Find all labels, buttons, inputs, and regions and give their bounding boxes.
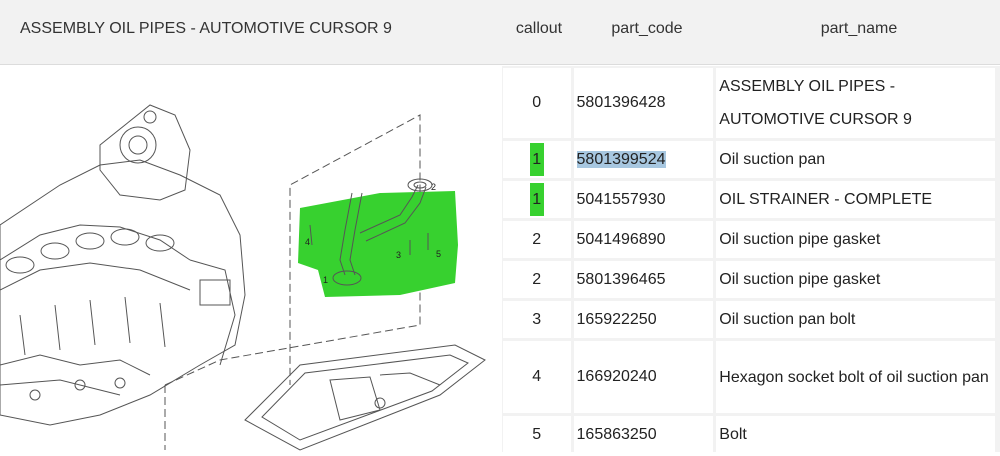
part-code-cell[interactable]: 165863250 (573, 416, 714, 453)
column-header-part-code[interactable]: part_code (578, 20, 716, 38)
header-bar: ASSEMBLY OIL PIPES - AUTOMOTIVE CURSOR 9… (0, 0, 1000, 65)
callout-cell[interactable]: 1 (503, 141, 571, 178)
part-name-value: Bolt (719, 426, 747, 443)
callout-cell[interactable]: 0 (503, 68, 571, 138)
part-name-value: Oil suction pan bolt (719, 311, 856, 328)
part-name-cell[interactable]: Oil suction pan bolt (716, 301, 995, 338)
callout-value: 5 (532, 425, 542, 443)
diagram-callout-5[interactable]: 5 (436, 249, 441, 259)
callout-cell[interactable]: 2 (503, 261, 571, 298)
diagram-callout-2[interactable]: 2 (431, 182, 436, 192)
table-row[interactable]: 1 5801399524 Oil suction pan (503, 141, 995, 178)
part-code-value[interactable]: 5801396465 (577, 271, 666, 288)
part-code-cell[interactable]: 5041557930 (573, 181, 714, 218)
page-title: ASSEMBLY OIL PIPES - AUTOMOTIVE CURSOR 9 (20, 20, 392, 37)
part-name-value: OIL STRAINER - COMPLETE (719, 191, 933, 208)
part-code-cell[interactable]: 166920240 (573, 341, 714, 413)
callout-value: 1 (532, 150, 542, 168)
exploded-parts-diagram[interactable]: 1 2 3 4 5 (0, 65, 500, 452)
table-row[interactable]: 0 5801396428 ASSEMBLY OIL PIPES - AUTOMOTI… (503, 68, 995, 138)
part-name-cell[interactable]: Oil suction pipe gasket (716, 261, 995, 298)
part-code-cell[interactable]: 5041496890 (573, 221, 714, 258)
part-name-cell[interactable]: Bolt (716, 416, 995, 453)
highlighted-assembly-region (298, 191, 458, 297)
callout-value: 3 (532, 310, 542, 328)
part-name-cell[interactable]: OIL STRAINER - COMPLETE (716, 181, 995, 218)
table-row[interactable]: 4 166920240 Hexagon socket bolt of oil suc… (503, 341, 995, 413)
callout-value: 4 (532, 368, 542, 385)
callout-cell[interactable]: 5 (503, 416, 571, 453)
table-row[interactable]: 1 5041557930 OIL STRAINER - COMPLETE (503, 181, 995, 218)
part-name-value: Oil suction pan (719, 151, 826, 168)
part-name-cell[interactable]: Hexagon socket bolt of oil suction pan (716, 341, 995, 413)
part-name-cell[interactable]: Oil suction pipe gasket (716, 221, 995, 258)
part-code-value[interactable]: 165922250 (577, 311, 657, 328)
part-code-value[interactable]: 5041496890 (577, 231, 666, 248)
table-row[interactable]: 5 165863250 Bolt (503, 416, 995, 453)
callout-value: 2 (532, 230, 542, 248)
callout-cell[interactable]: 3 (503, 301, 571, 338)
part-code-cell[interactable]: 5801396428 (573, 68, 714, 138)
diagram-callout-1[interactable]: 1 (323, 275, 328, 285)
part-code-value[interactable]: 5801396428 (577, 94, 666, 111)
callout-cell[interactable]: 4 (503, 341, 571, 413)
part-name-value: Oil suction pipe gasket (719, 231, 881, 248)
part-code-cell[interactable]: 165922250 (573, 301, 714, 338)
table-row[interactable]: 2 5801396465 Oil suction pipe gasket (503, 261, 995, 298)
part-name-cell[interactable]: Oil suction pan (716, 141, 995, 178)
table-row[interactable]: 2 5041496890 Oil suction pipe gasket (503, 221, 995, 258)
exploded-diagram-panel: 1 2 3 4 5 (0, 65, 500, 452)
callout-cell[interactable]: 1 (503, 181, 571, 218)
oil-pan-drawing (244, 344, 486, 451)
parts-table: 0 5801396428 ASSEMBLY OIL PIPES - AUTOMOTI… (500, 65, 998, 456)
diagram-callout-3[interactable]: 3 (396, 250, 401, 260)
part-code-value[interactable]: 5041557930 (577, 191, 666, 208)
column-header-part-name[interactable]: part_name (718, 20, 1000, 38)
callout-value: 1 (532, 190, 542, 208)
part-name-value: Hexagon socket bolt of oil suction pan (719, 368, 989, 386)
table-row[interactable]: 3 165922250 Oil suction pan bolt (503, 301, 995, 338)
callout-value: 0 (532, 94, 542, 111)
part-code-value[interactable]: 5801399524 (576, 150, 666, 168)
callout-value: 2 (532, 270, 542, 288)
callout-cell[interactable]: 2 (503, 221, 571, 258)
parts-table-panel: 0 5801396428 ASSEMBLY OIL PIPES - AUTOMOTI… (502, 66, 1000, 453)
part-code-value[interactable]: 166920240 (577, 368, 657, 385)
part-name-value: ASSEMBLY OIL PIPES - AUTOMOTIVE CURSOR 9 (719, 78, 912, 128)
part-name-cell[interactable]: ASSEMBLY OIL PIPES - AUTOMOTIVE CURSOR 9 (716, 68, 995, 138)
diagram-callout-4[interactable]: 4 (305, 237, 310, 247)
part-code-value[interactable]: 165863250 (577, 426, 657, 443)
part-code-cell[interactable]: 5801396465 (573, 261, 714, 298)
part-name-value: Oil suction pipe gasket (719, 271, 881, 288)
column-header-callout[interactable]: callout (503, 20, 575, 38)
part-code-cell[interactable]: 5801399524 (573, 141, 714, 178)
engine-block-drawing (0, 104, 246, 426)
